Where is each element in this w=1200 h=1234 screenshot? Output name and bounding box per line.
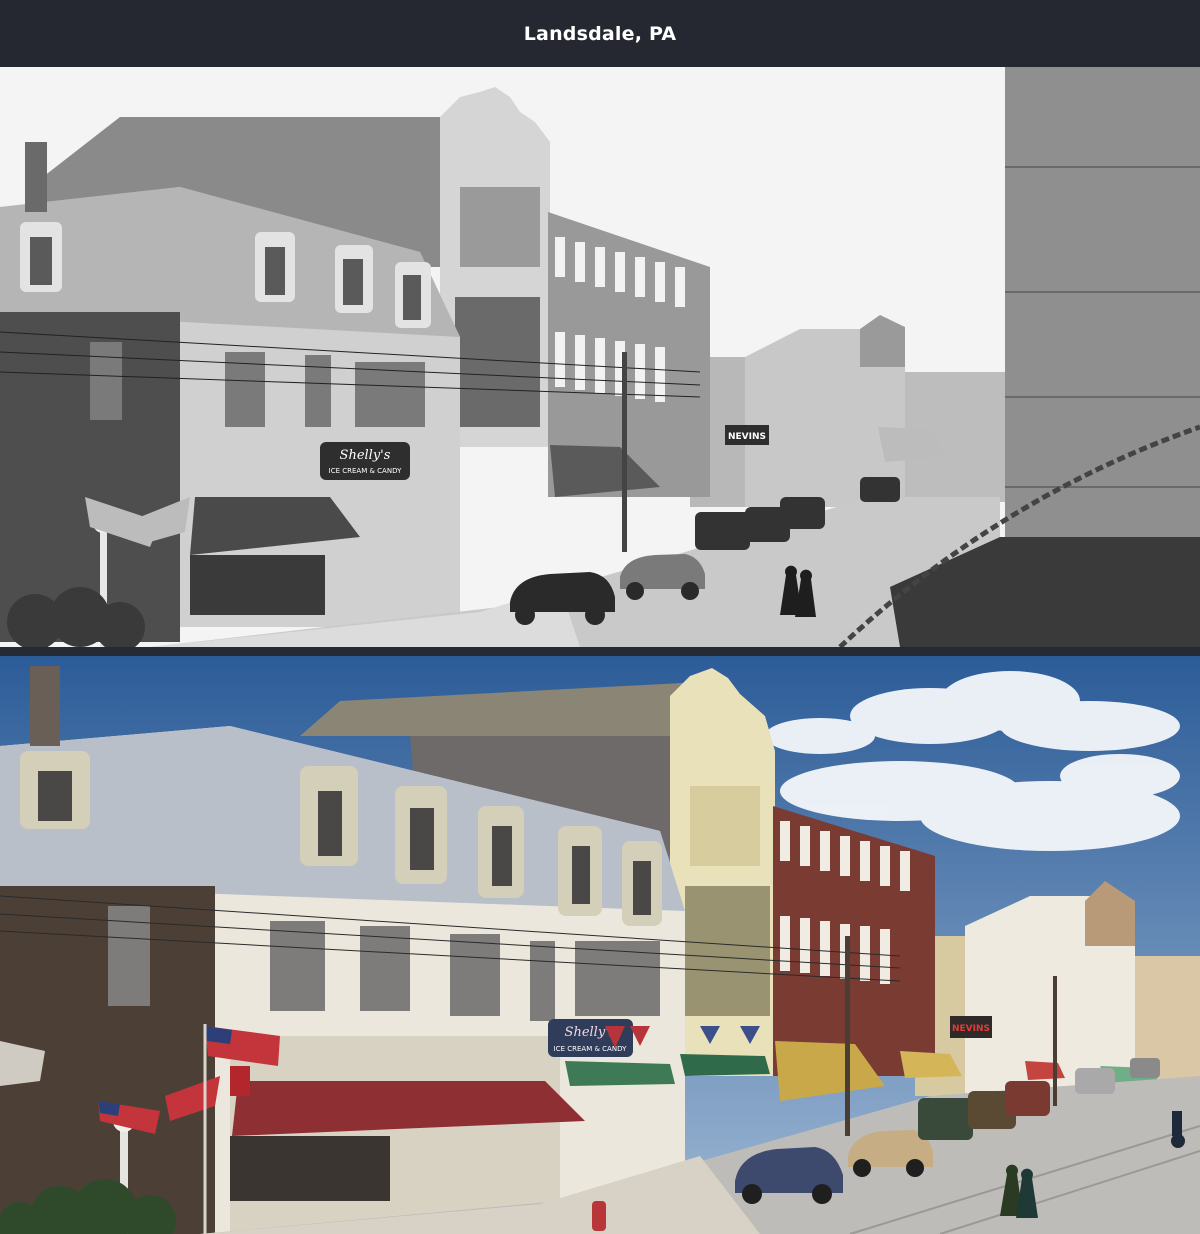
sign-nevins-color: NEVINS — [952, 1024, 990, 1034]
sign-shellys-bw: Shelly's — [340, 448, 391, 463]
sign-ice-cream-color: ICE CREAM & CANDY — [554, 1045, 627, 1053]
bw-street-scene: Shelly's ICE CREAM & CANDY NEVINS — [0, 67, 1200, 647]
photo-colorized: Shelly's ICE CREAM & CANDY NEVINS — [0, 656, 1200, 1234]
title-bar: Landsdale, PA — [0, 0, 1200, 67]
sign-nevins-bw: NEVINS — [728, 432, 766, 442]
sign-ice-cream-bw: ICE CREAM & CANDY — [329, 467, 402, 475]
photo-divider — [0, 647, 1200, 656]
page-title: Landsdale, PA — [523, 22, 677, 45]
photo-original-bw: Shelly's ICE CREAM & CANDY NEVINS — [0, 67, 1200, 647]
color-street-scene: Shelly's ICE CREAM & CANDY NEVINS — [0, 656, 1200, 1234]
